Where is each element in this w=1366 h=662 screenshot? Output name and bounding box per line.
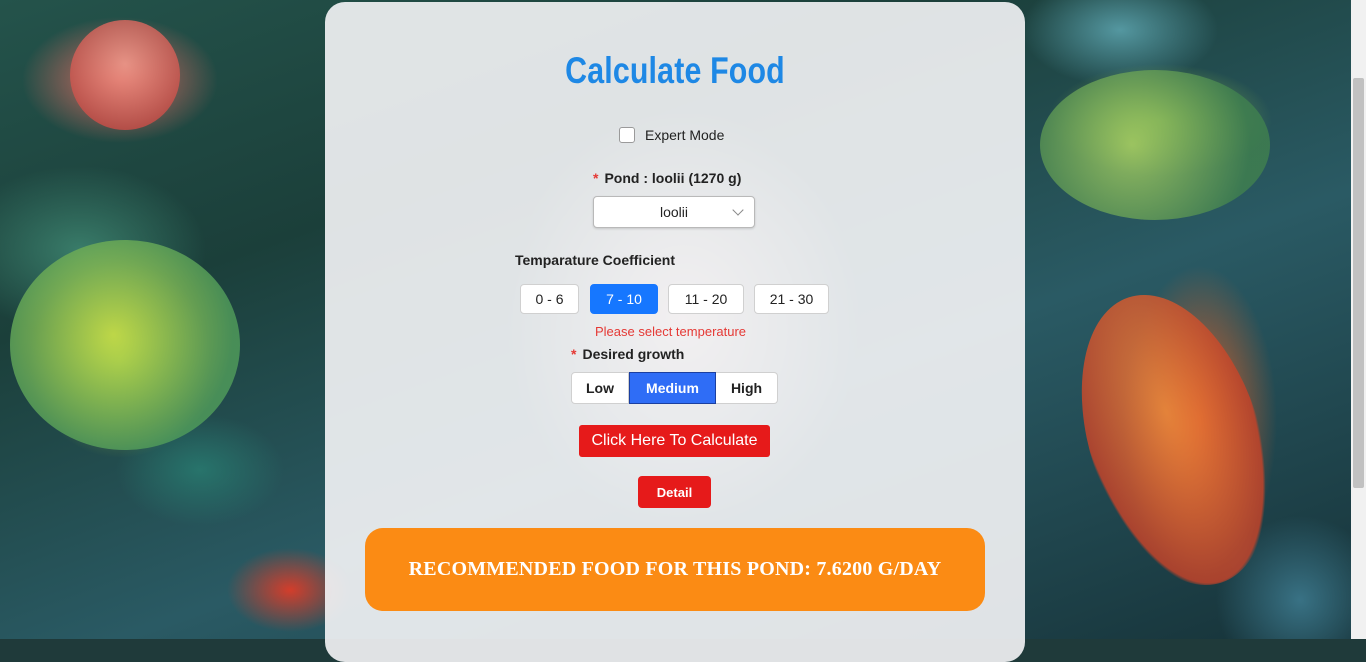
- chevron-down-icon: [732, 204, 744, 216]
- calculate-button[interactable]: Click Here To Calculate: [579, 425, 770, 457]
- lotus-bud-decoration: [70, 20, 180, 130]
- pond-field-label: * Pond : loolii (1270 g): [593, 170, 741, 186]
- temperature-field-label: Temparature Coefficient: [515, 252, 675, 268]
- page-title: Calculate Food: [565, 50, 785, 91]
- temperature-option-21-30[interactable]: 21 - 30: [754, 284, 829, 314]
- expert-mode-label: Expert Mode: [645, 127, 725, 143]
- expert-mode-toggle[interactable]: Expert Mode: [619, 127, 724, 143]
- growth-label-text: Desired growth: [582, 346, 685, 362]
- temperature-option-11-20[interactable]: 11 - 20: [668, 284, 744, 314]
- detail-button[interactable]: Detail: [638, 476, 711, 508]
- lily-pad-decoration: [10, 240, 240, 450]
- recommended-food-result: RECOMMENDED FOOD FOR THIS POND: 7.6200 G…: [365, 528, 985, 611]
- scrollbar-thumb[interactable]: [1353, 78, 1364, 488]
- required-marker: *: [571, 346, 577, 362]
- pond-label-text: Pond : loolii (1270 g): [604, 170, 742, 186]
- growth-option-high[interactable]: High: [716, 372, 778, 404]
- growth-option-low[interactable]: Low: [571, 372, 629, 404]
- calculator-card: Calculate Food Expert Mode * Pond : looli…: [325, 2, 1025, 662]
- koi-fish-decoration: [1047, 271, 1303, 609]
- lily-pad-decoration: [1040, 70, 1270, 220]
- pond-select-value: loolii: [659, 204, 688, 220]
- page-scrollbar[interactable]: [1351, 0, 1366, 639]
- growth-field-label: * Desired growth: [571, 346, 684, 362]
- temperature-option-0-6[interactable]: 0 - 6: [520, 284, 579, 314]
- pond-select[interactable]: loolii: [593, 196, 755, 228]
- required-marker: *: [593, 170, 599, 186]
- expert-mode-checkbox[interactable]: [619, 127, 635, 143]
- growth-segmented-control: Low Medium High: [571, 372, 778, 404]
- temperature-error-message: Please select temperature: [595, 324, 747, 339]
- growth-option-medium[interactable]: Medium: [629, 372, 716, 404]
- temperature-option-7-10[interactable]: 7 - 10: [590, 284, 658, 314]
